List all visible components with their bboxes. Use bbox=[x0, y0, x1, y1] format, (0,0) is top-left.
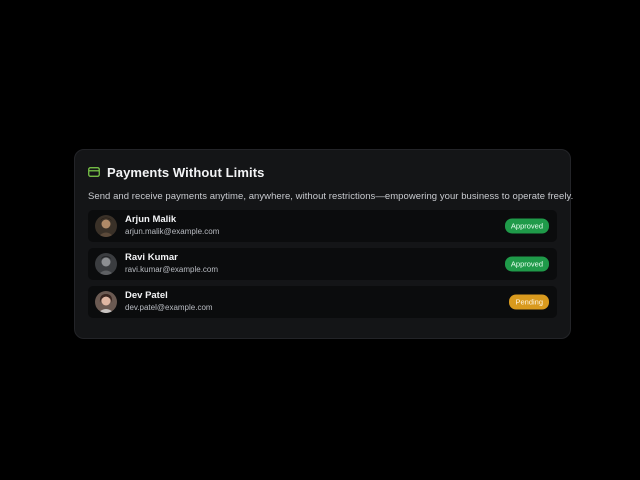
avatar bbox=[95, 215, 117, 237]
user-name: Dev Patel bbox=[125, 290, 168, 302]
user-name: Arjun Malik bbox=[125, 214, 177, 226]
list-item[interactable]: Ravi Kumar ravi.kumar@example.com Approv… bbox=[88, 248, 557, 280]
payments-card: Payments Without Limits Send and receive… bbox=[74, 149, 574, 339]
user-name: Ravi Kumar bbox=[125, 252, 178, 264]
avatar bbox=[95, 291, 117, 313]
status-badge: Approved bbox=[504, 218, 549, 234]
user-email: dev.patel@example.com bbox=[125, 303, 213, 313]
status-badge: Approved bbox=[504, 256, 549, 272]
card-title: Payments Without Limits bbox=[107, 164, 265, 180]
avatar bbox=[95, 253, 117, 275]
list-item[interactable]: Dev Patel dev.patel@example.com Pending bbox=[88, 286, 557, 318]
user-email: ravi.kumar@example.com bbox=[125, 265, 219, 275]
credit-card-icon bbox=[88, 166, 100, 178]
status-badge: Pending bbox=[509, 294, 549, 310]
list-item[interactable]: Arjun Malik arjun.malik@example.com Appr… bbox=[88, 210, 557, 242]
user-list: Arjun Malik arjun.malik@example.com Appr… bbox=[88, 210, 557, 318]
card-header: Payments Without Limits bbox=[88, 162, 557, 182]
user-email: arjun.malik@example.com bbox=[125, 227, 220, 237]
card-description: Send and receive payments anytime, anywh… bbox=[88, 191, 574, 202]
